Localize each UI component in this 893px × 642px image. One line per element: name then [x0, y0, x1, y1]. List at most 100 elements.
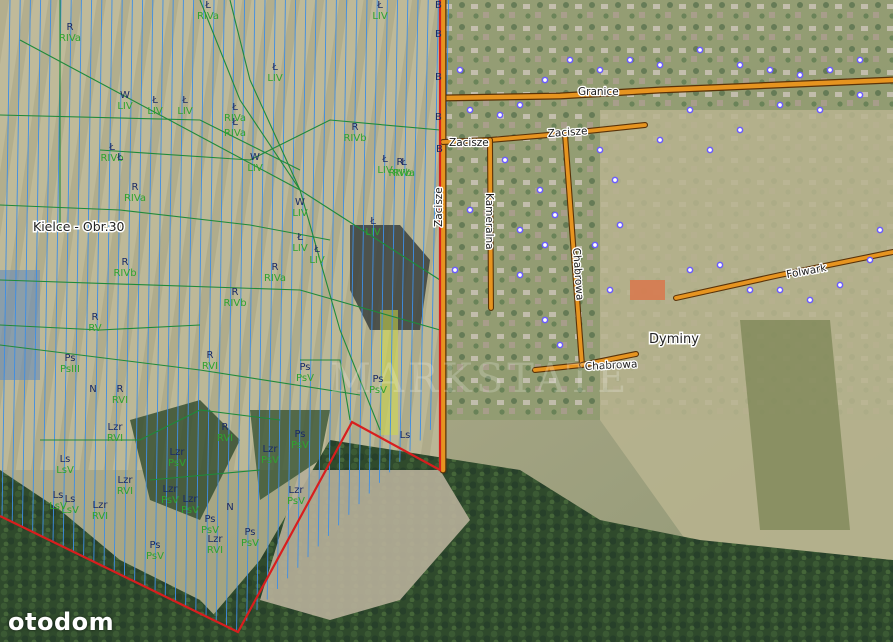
address-point [776, 101, 784, 109]
precinct-label: Kielce - Obr.30 [33, 219, 125, 234]
address-point [806, 296, 814, 304]
parcel-use-label: Ł [181, 95, 188, 106]
parcel-class-label: RVI [92, 511, 108, 522]
parcel-use-label: Ps [64, 353, 75, 364]
address-point [696, 46, 704, 54]
parcel-use-label: Ł [116, 152, 123, 163]
parcel-use-label: R [222, 422, 229, 433]
parcel-class-label: RIVb [113, 268, 136, 279]
address-point [876, 226, 884, 234]
address-point [596, 66, 604, 74]
address-point [541, 316, 549, 324]
address-point [716, 261, 724, 269]
parcel-class-label: PsV [369, 385, 387, 396]
parcel-class-label: PsV [296, 373, 314, 384]
parcel-use-label: Ps [299, 362, 310, 373]
address-point [541, 241, 549, 249]
parcel-class-label: PsV [181, 505, 199, 516]
parcel-use-label: Ps [204, 514, 215, 525]
address-point [766, 66, 774, 74]
address-point [466, 106, 474, 114]
parcel-class-label: RVI [112, 395, 128, 406]
parcel-class-label: PsV [261, 455, 279, 466]
parcel-class-label: PsV [161, 495, 179, 506]
parcel-use-label: Lzr [163, 484, 179, 495]
address-point [516, 271, 524, 279]
address-point [496, 111, 504, 119]
parcel-class-label: RIVa [124, 193, 146, 204]
parcel-use-label: R [122, 257, 129, 268]
address-point [516, 101, 524, 109]
address-point [686, 106, 694, 114]
parcel-use-label: Ps [372, 374, 383, 385]
parcel-class-label: LIV [292, 208, 308, 219]
parcel-class-label: RIVb [223, 298, 246, 309]
parcel-use-label: R [232, 287, 239, 298]
parcel-use-label: Ł [400, 157, 407, 168]
parcel-class-label: RIVa [197, 11, 219, 22]
address-point [796, 71, 804, 79]
address-point [706, 146, 714, 154]
parcel-class-label: LsV [56, 465, 74, 476]
address-point [566, 56, 574, 64]
address-point [556, 341, 564, 349]
address-point [516, 226, 524, 234]
parcel-use-label: Lzr [183, 494, 199, 505]
address-point [856, 91, 864, 99]
parcel-class-label: PsV [241, 538, 259, 549]
parcel-class-label: RIVa [59, 33, 81, 44]
parcel-use-label: Ł [296, 232, 303, 243]
parcel-class-label: LIV [365, 227, 381, 238]
parcel-class-label: RVI [202, 361, 218, 372]
cadastral-map[interactable]: BBBBBB Granice Zacisze Zacisze Zacisze K… [0, 0, 893, 642]
parcel-class-label: PsV [146, 551, 164, 562]
parcel-use-label: R [92, 312, 99, 323]
road-label-granice: Granice [578, 86, 619, 98]
parcel-class-label: PsV [291, 440, 309, 451]
parcel-use-label: Ls [53, 490, 64, 501]
parcel-use-label: Ł [204, 0, 211, 11]
address-point [616, 221, 624, 229]
address-point [626, 56, 634, 64]
address-point [736, 126, 744, 134]
address-point [856, 56, 864, 64]
parcel-use-label: W [250, 152, 260, 163]
parcel-class-label: RIVa [264, 273, 286, 284]
address-point [456, 66, 464, 74]
building-marker: B [435, 29, 442, 40]
parcel-use-label: R [117, 384, 124, 395]
parcel-use-label: Ł [231, 102, 238, 113]
address-point [591, 241, 599, 249]
parcel-use-label: Lzr [93, 500, 109, 511]
address-point [656, 136, 664, 144]
parcel-use-label: R [67, 22, 74, 33]
building-marker: B [435, 72, 442, 83]
parcel-class-label: RVI [217, 433, 233, 444]
address-point [826, 66, 834, 74]
parcel-class-label: RVI [107, 433, 123, 444]
parcel-use-label: W [120, 90, 130, 101]
parcel-use-label: Lzr [170, 447, 186, 458]
address-point [501, 156, 509, 164]
address-point [836, 281, 844, 289]
address-point [686, 266, 694, 274]
address-point [466, 206, 474, 214]
parcel-use-label: Ł [313, 244, 320, 255]
address-point [816, 106, 824, 114]
parcel-use-label: Ls [60, 454, 71, 465]
address-point [736, 61, 744, 69]
parcel-use-label: Ł [231, 117, 238, 128]
parcel-class-label: RV [88, 323, 101, 334]
parcel-use-label: R [207, 350, 214, 361]
place-label-dyminy: Dyminy [649, 332, 699, 347]
parcel-use-label: Ł [369, 216, 376, 227]
parcel-class-label: RVI [207, 545, 223, 556]
parcel-class-label: PsIII [60, 364, 80, 375]
parcel-use-label: Ł [151, 95, 158, 106]
parcel-use-label: R [272, 262, 279, 273]
parcel-class-label: PsV [201, 525, 219, 536]
parcel-use-label: Ps [294, 429, 305, 440]
parcel-use-label: W [295, 197, 305, 208]
address-point [611, 176, 619, 184]
parcel-use-label: R [352, 122, 359, 133]
